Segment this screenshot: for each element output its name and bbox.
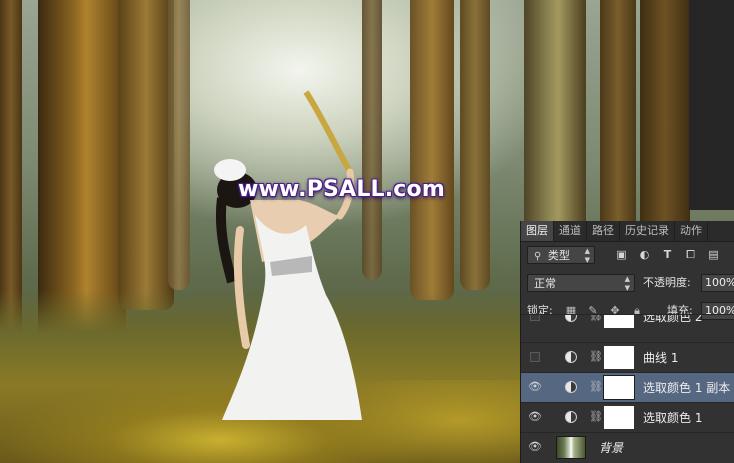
layer-name[interactable]: 选取颜色 1: [643, 403, 702, 433]
eye-icon[interactable]: 👁︎: [527, 379, 543, 395]
adjustment-filter-icon[interactable]: ◐: [638, 248, 651, 261]
chevron-up-down-icon: ▲ ▼: [624, 275, 630, 292]
type-filter-icon[interactable]: T: [661, 248, 674, 261]
layer-filter-row: ⚲ 类型 ▲ ▼ ▣ ◐ T ⧠ ▤: [521, 245, 734, 265]
link-icon: ⛓: [589, 380, 603, 393]
layer-row[interactable]: ⛓ 曲线 1: [521, 342, 734, 372]
opacity-input[interactable]: 100%: [701, 274, 734, 292]
panel-tab-bar: 图层 通道 路径 历史记录 动作: [521, 221, 734, 242]
selective-color-adjustment-icon: [565, 411, 577, 423]
tab-paths[interactable]: 路径: [587, 221, 620, 241]
smart-object-filter-icon[interactable]: ▤: [707, 248, 720, 261]
layer-row[interactable]: ⛓ 选取颜色 2: [521, 314, 734, 331]
eye-icon[interactable]: 👁︎: [527, 439, 543, 455]
layer-name[interactable]: 选取颜色 2: [643, 315, 702, 331]
layer-name[interactable]: 选取颜色 1 副本: [643, 373, 730, 403]
visibility-toggle[interactable]: [530, 315, 540, 321]
curves-adjustment-icon: [565, 351, 577, 363]
search-icon: ⚲: [534, 251, 542, 262]
tab-channels[interactable]: 通道: [554, 221, 587, 241]
blend-mode-value: 正常: [534, 277, 556, 290]
layer-row-selected[interactable]: 👁︎ ⛓ 选取颜色 1 副本: [521, 372, 734, 402]
layer-mask-thumbnail[interactable]: [603, 375, 635, 400]
layer-name[interactable]: 曲线 1: [643, 343, 678, 373]
link-icon: ⛓: [589, 410, 603, 423]
layer-row[interactable]: 👁︎ ⛓ 选取颜色 1: [521, 402, 734, 432]
filter-kind-select[interactable]: ⚲ 类型 ▲ ▼: [527, 246, 595, 264]
tab-history[interactable]: 历史记录: [620, 221, 675, 241]
link-icon: ⛓: [589, 350, 603, 363]
layers-panel: 图层 通道 路径 历史记录 动作 ⚲ 类型 ▲ ▼ ▣ ◐ T ⧠ ▤ 正常 ▲ ▼…: [520, 221, 734, 463]
layer-mask-thumbnail[interactable]: [604, 406, 634, 429]
layer-row-background[interactable]: 👁︎ 背景: [521, 432, 734, 463]
selective-color-adjustment-icon: [565, 381, 577, 393]
layer-name[interactable]: 背景: [599, 433, 623, 463]
layer-mask-thumbnail[interactable]: [604, 315, 634, 328]
selective-color-adjustment-icon: [565, 315, 577, 322]
opacity-label: 不透明度:: [643, 276, 691, 289]
blend-mode-select[interactable]: 正常 ▲ ▼: [527, 274, 635, 292]
layer-mask-thumbnail[interactable]: [604, 346, 634, 369]
filter-kind-label: 类型: [547, 249, 570, 262]
blend-row: 正常 ▲ ▼ 不透明度: 100%: [521, 273, 734, 293]
tab-layers[interactable]: 图层: [521, 221, 554, 241]
eye-icon[interactable]: 👁︎: [527, 409, 543, 425]
tab-actions[interactable]: 动作: [675, 221, 708, 241]
image-filter-icon[interactable]: ▣: [615, 248, 628, 261]
link-icon: ⛓: [589, 314, 603, 322]
background-thumbnail[interactable]: [556, 436, 586, 459]
visibility-toggle[interactable]: [530, 352, 540, 362]
chevron-up-down-icon: ▲ ▼: [584, 247, 590, 264]
panel-dock-background: [689, 0, 734, 210]
watermark: www.PSALL.com: [238, 177, 445, 202]
shape-filter-icon[interactable]: ⧠: [684, 248, 697, 261]
